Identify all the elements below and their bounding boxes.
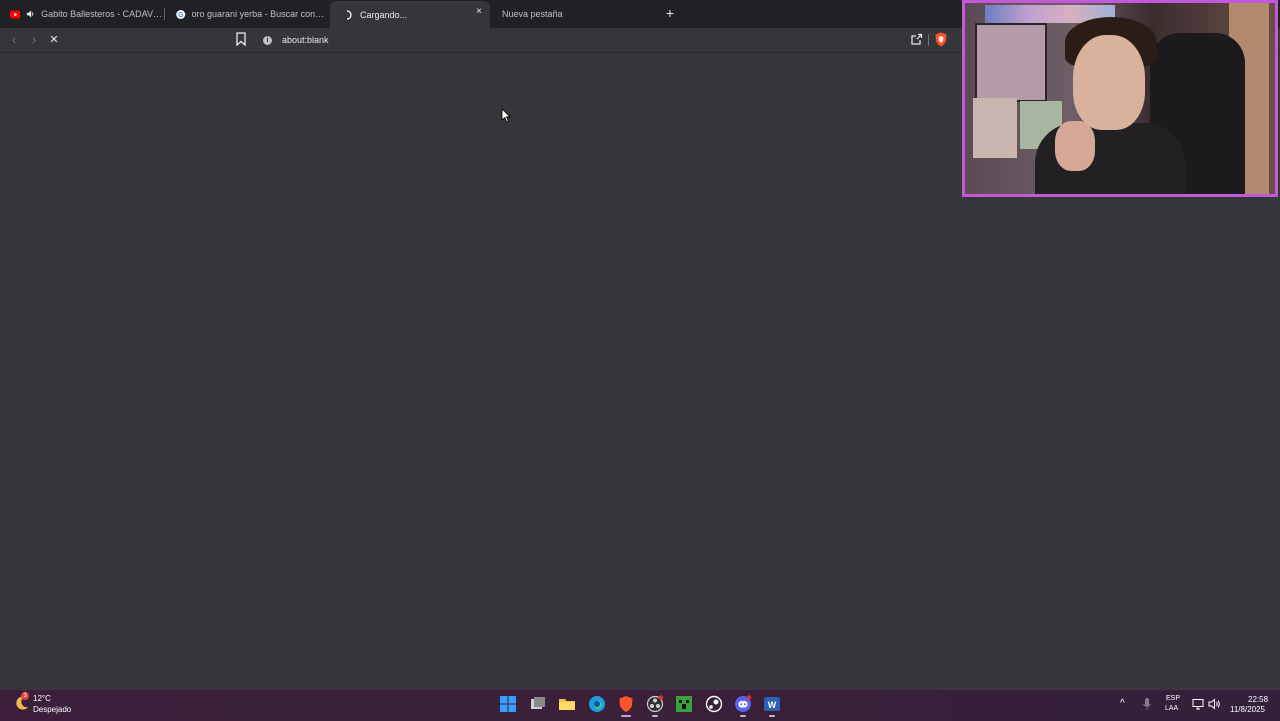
svg-text:W: W bbox=[768, 700, 777, 710]
microphone-icon[interactable] bbox=[1142, 697, 1152, 711]
loading-spinner-icon bbox=[346, 9, 352, 20]
network-icon[interactable] bbox=[1192, 698, 1204, 710]
site-info-icon[interactable]: i bbox=[263, 35, 272, 45]
tab-label: Nueva pestaña bbox=[502, 9, 563, 19]
windows-start-icon[interactable] bbox=[499, 695, 517, 713]
speaker-icon[interactable] bbox=[26, 9, 35, 19]
file-explorer-icon[interactable] bbox=[558, 695, 576, 713]
wall-poster bbox=[975, 23, 1047, 102]
streamer-face bbox=[1073, 35, 1145, 130]
toolbar-divider bbox=[928, 34, 929, 46]
tab-youtube[interactable]: Gabito Ballesteros - CADAVER DE bbox=[0, 3, 162, 25]
back-button[interactable]: ‹ bbox=[6, 32, 22, 48]
clock-date[interactable]: 11/8/2025 bbox=[1230, 705, 1265, 714]
minecraft-icon[interactable] bbox=[675, 695, 693, 713]
discord-icon[interactable] bbox=[734, 695, 752, 713]
new-tab-button[interactable]: + bbox=[662, 5, 678, 21]
brave-shields-icon[interactable] bbox=[934, 32, 948, 47]
forward-button[interactable]: › bbox=[26, 32, 42, 48]
share-icon[interactable] bbox=[910, 33, 923, 46]
mouse-cursor-icon bbox=[501, 108, 511, 123]
close-tab-icon[interactable]: × bbox=[476, 7, 482, 17]
volume-icon[interactable] bbox=[1208, 698, 1221, 710]
tab-label: Gabito Ballesteros - CADAVER DE bbox=[41, 9, 162, 19]
tab-separator bbox=[164, 8, 165, 20]
app-running-indicator bbox=[769, 715, 775, 717]
language-indicator[interactable]: ESP bbox=[1166, 695, 1180, 702]
clock-time[interactable]: 22:58 bbox=[1248, 695, 1268, 704]
tab-label: oro guarani yerba - Buscar con Google bbox=[191, 9, 326, 19]
weather-badge: 3 bbox=[21, 692, 29, 700]
weather-temperature[interactable]: 12°C bbox=[33, 694, 51, 703]
bookmark-icon[interactable] bbox=[235, 32, 247, 46]
edge-icon[interactable] bbox=[588, 695, 606, 713]
steam-icon[interactable] bbox=[705, 695, 723, 713]
youtube-icon bbox=[10, 10, 21, 18]
app-running-indicator bbox=[740, 715, 746, 717]
weather-condition[interactable]: Despejado bbox=[33, 705, 71, 714]
url-text[interactable]: about:blank bbox=[282, 35, 329, 45]
show-hidden-icons-button[interactable]: ^ bbox=[1120, 698, 1125, 709]
obs-icon[interactable] bbox=[646, 695, 664, 713]
windows-taskbar: 3 12°C Despejado W ^ ESP LAA 22:58 11/8/… bbox=[0, 689, 1280, 721]
brave-icon[interactable] bbox=[617, 695, 635, 713]
tab-new-tab[interactable]: Nueva pestaña bbox=[492, 3, 652, 25]
google-icon: G bbox=[176, 9, 186, 19]
tab-loading[interactable]: Cargando... × bbox=[330, 1, 490, 28]
keyboard-layout-indicator[interactable]: LAA bbox=[1165, 705, 1178, 712]
address-bar[interactable]: i about:blank bbox=[258, 31, 958, 49]
active-app-indicator bbox=[621, 715, 631, 717]
streamer-hand bbox=[1055, 121, 1095, 171]
tab-google-search[interactable]: G oro guarani yerba - Buscar con Google bbox=[166, 3, 326, 25]
tab-label: Cargando... bbox=[360, 9, 408, 20]
task-view-icon[interactable] bbox=[529, 695, 547, 713]
svg-text:G: G bbox=[178, 11, 183, 18]
app-running-indicator bbox=[652, 715, 658, 717]
stop-loading-button[interactable]: ✕ bbox=[46, 32, 62, 48]
word-icon[interactable]: W bbox=[763, 695, 781, 713]
wall-poster bbox=[973, 98, 1017, 158]
webcam-overlay bbox=[962, 0, 1278, 197]
